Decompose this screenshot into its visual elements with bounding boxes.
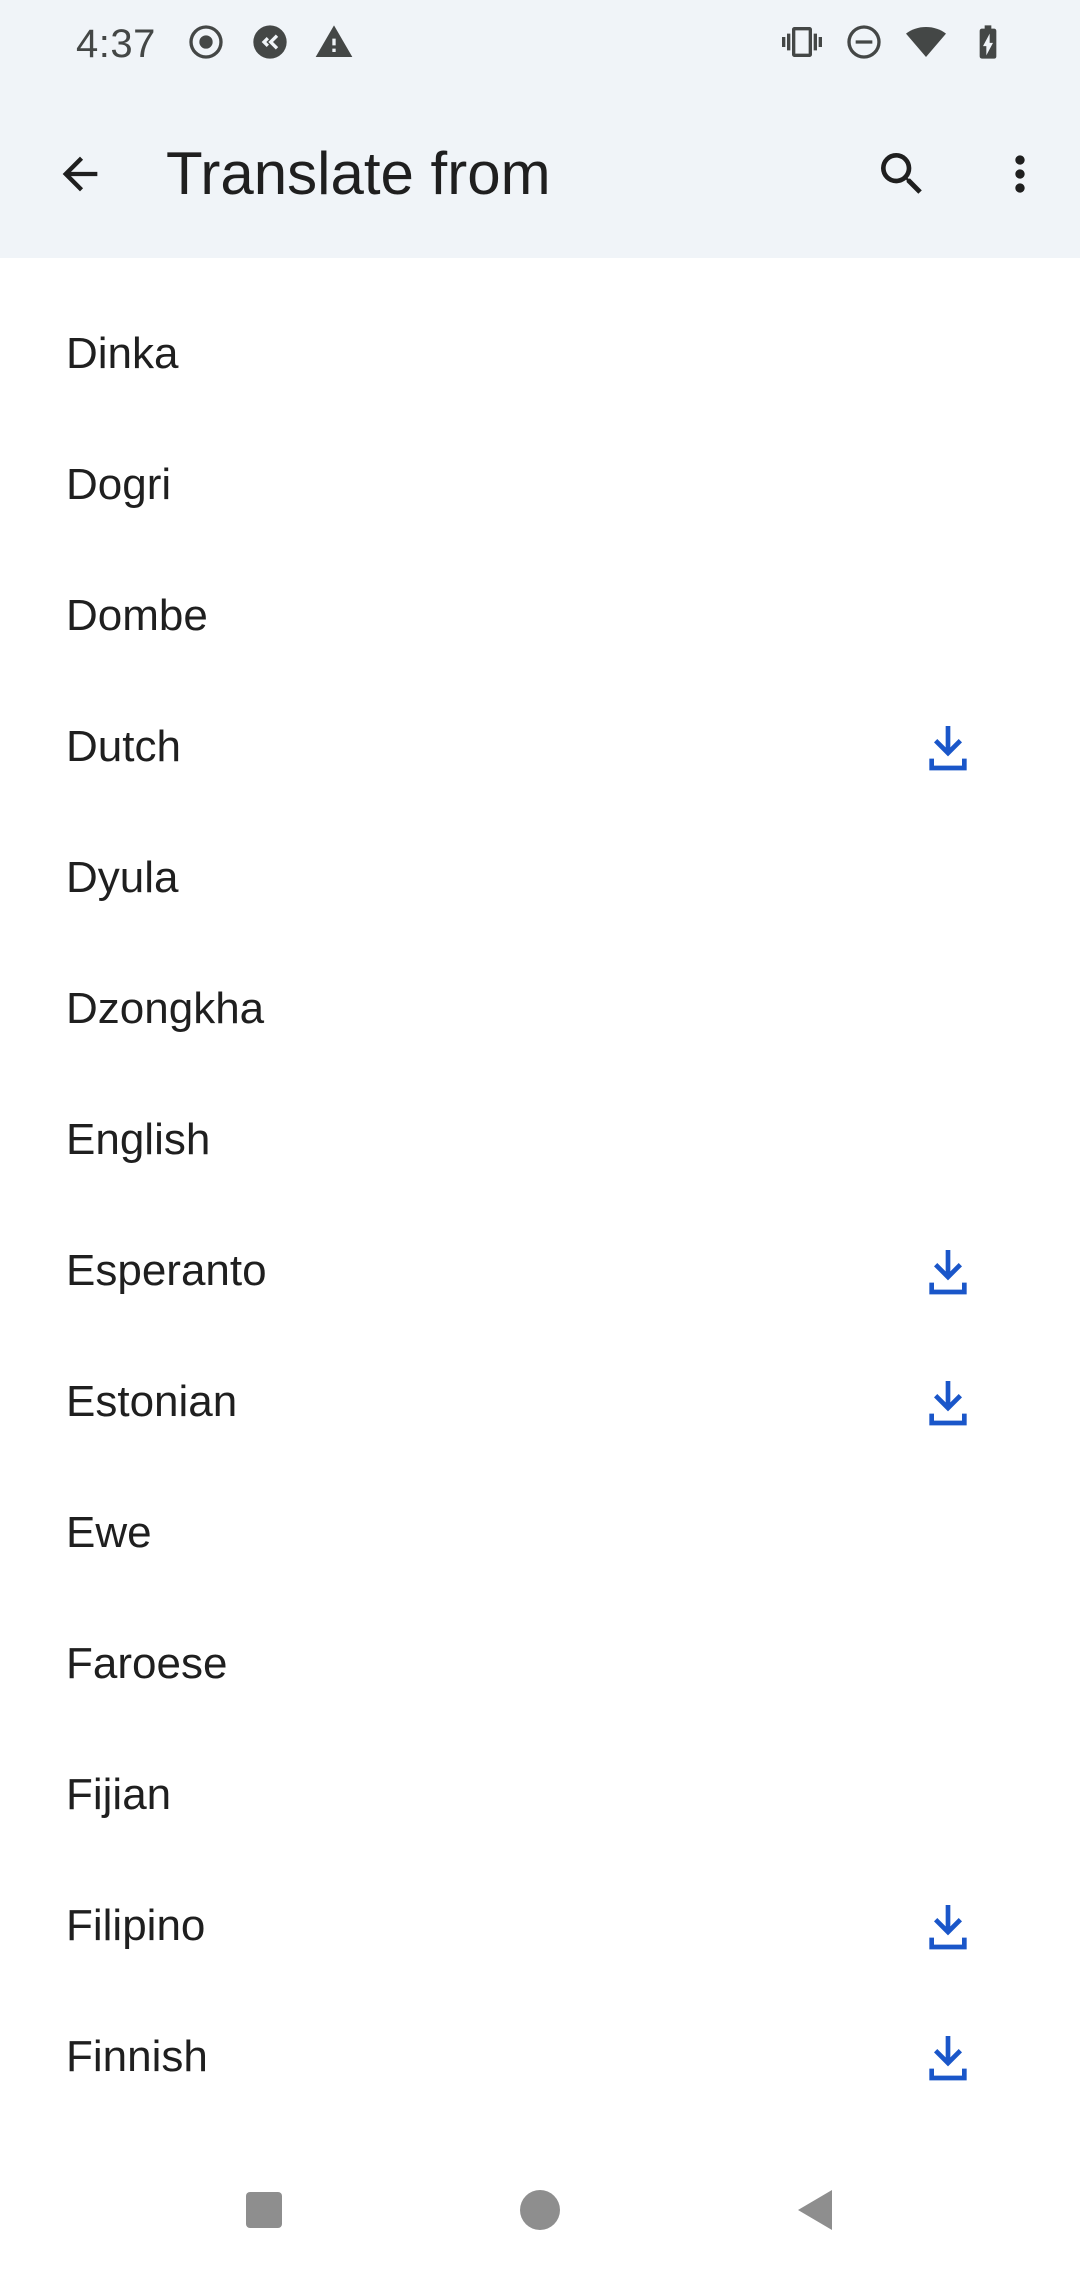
- recents-button[interactable]: [234, 2180, 294, 2240]
- language-label: Dogri: [66, 460, 172, 509]
- nav-back-button[interactable]: [786, 2180, 846, 2240]
- do-not-disturb-icon: [842, 20, 886, 64]
- language-label: Fijian: [66, 1770, 172, 1819]
- status-right-icons: [780, 20, 1010, 64]
- recents-square-icon: [246, 2192, 282, 2228]
- language-item[interactable]: Dyula: [0, 812, 1080, 943]
- language-item[interactable]: Ewe: [0, 1467, 1080, 1598]
- home-button[interactable]: [510, 2180, 570, 2240]
- language-item[interactable]: Fijian: [0, 1729, 1080, 1860]
- arrow-back-icon: [62, 156, 98, 192]
- more-options-button[interactable]: [980, 134, 1060, 214]
- back-button[interactable]: [40, 134, 120, 214]
- download-icon[interactable]: [918, 717, 978, 777]
- language-label: Faroese: [66, 1639, 228, 1688]
- language-item[interactable]: Dombe: [0, 550, 1080, 681]
- page-title: Translate from: [166, 140, 551, 207]
- app-bar: Translate from: [0, 90, 1080, 258]
- warning-icon: [312, 20, 356, 64]
- language-label: Dutch: [66, 722, 181, 771]
- download-icon[interactable]: [918, 1372, 978, 1432]
- download-icon[interactable]: [918, 2027, 978, 2087]
- sync-app-icon: [248, 20, 292, 64]
- status-time: 4:37: [76, 22, 156, 66]
- language-label: Dyula: [66, 853, 179, 902]
- language-item[interactable]: Faroese: [0, 1598, 1080, 1729]
- home-circle-icon: [520, 2190, 560, 2230]
- more-vert-icon: [1015, 155, 1025, 193]
- language-label: Finnish: [66, 2032, 208, 2081]
- language-label: Dinka: [66, 329, 179, 378]
- record-icon: [184, 20, 228, 64]
- language-item[interactable]: English: [0, 1074, 1080, 1205]
- language-label: Filipino: [66, 1901, 206, 1950]
- back-triangle-icon: [798, 2190, 832, 2230]
- language-item[interactable]: Dogri: [0, 419, 1080, 550]
- status-left-icons: [184, 20, 356, 64]
- vibrate-icon: [780, 20, 824, 64]
- search-button[interactable]: [862, 134, 942, 214]
- language-label: Dombe: [66, 591, 208, 640]
- language-label: Ewe: [66, 1508, 152, 1557]
- wifi-icon: [904, 20, 948, 64]
- language-label: Estonian: [66, 1377, 238, 1426]
- language-list: Dinka Dogri Dombe Dutch Dyula Dzongkha English…: [0, 288, 1080, 2122]
- status-bar: 4:37: [0, 0, 1080, 90]
- search-icon: [881, 153, 922, 194]
- battery-charging-icon: [966, 20, 1010, 64]
- language-item[interactable]: Dutch: [0, 681, 1080, 812]
- language-label: Esperanto: [66, 1246, 267, 1295]
- download-icon[interactable]: [918, 1896, 978, 1956]
- language-label: English: [66, 1115, 211, 1164]
- language-item[interactable]: Esperanto: [0, 1205, 1080, 1336]
- language-item[interactable]: Filipino: [0, 1860, 1080, 1991]
- language-item[interactable]: Finnish: [0, 1991, 1080, 2122]
- language-item[interactable]: Dzongkha: [0, 943, 1080, 1074]
- system-nav-bar: [0, 2140, 1080, 2280]
- language-item[interactable]: Estonian: [0, 1336, 1080, 1467]
- language-item[interactable]: Dinka: [0, 288, 1080, 419]
- language-label: Dzongkha: [66, 984, 265, 1033]
- download-icon[interactable]: [918, 1241, 978, 1301]
